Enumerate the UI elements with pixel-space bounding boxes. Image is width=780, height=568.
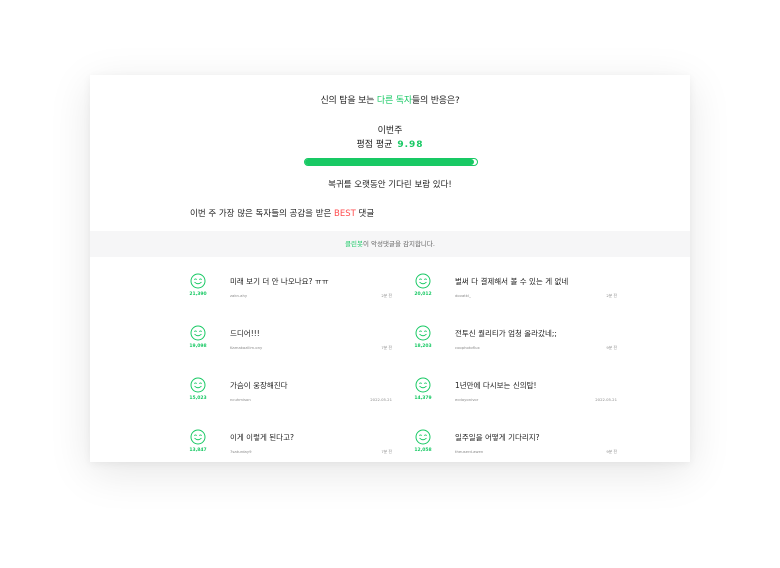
comment-text: 전투신 퀄리티가 엄청 올라갔네;; bbox=[455, 329, 557, 338]
smile-icon[interactable] bbox=[190, 377, 206, 393]
comment-item[interactable]: 21,390 미래 보기 더 안 나오나요? ㅠㅠ zakn.ahy 2분 전 bbox=[189, 273, 392, 307]
average-rating: 평점 평균 9.98 bbox=[90, 137, 690, 150]
smile-icon[interactable] bbox=[190, 273, 206, 289]
comment-date: 7분 전 bbox=[381, 345, 392, 350]
comment-user: zakn.ahy bbox=[230, 293, 248, 298]
comment-date: 2022.05.21 bbox=[595, 397, 617, 402]
cleanbot-notice-text: 이 악성댓글을 감지합니다. bbox=[362, 240, 435, 248]
question-suffix: 들의 반응은? bbox=[411, 96, 460, 106]
smile-icon[interactable] bbox=[415, 377, 431, 393]
smile-icon[interactable] bbox=[190, 325, 206, 341]
smile-icon[interactable] bbox=[415, 273, 431, 289]
comment-user: Kamakazilim.ony bbox=[230, 345, 263, 350]
comment-date: 9분 전 bbox=[606, 345, 617, 350]
summary-review: 복귀를 오랫동안 기다린 보람 있다! bbox=[328, 180, 452, 190]
like-count: 21,390 bbox=[189, 292, 207, 297]
rating-progress-fill bbox=[305, 159, 474, 165]
comment-item[interactable]: 18,203 전투신 퀄리티가 엄청 올라갔네;; coophotoflux 9분 전 bbox=[414, 325, 617, 359]
smile-icon[interactable] bbox=[415, 325, 431, 341]
like-count: 12,058 bbox=[414, 448, 432, 453]
like-count: 18,203 bbox=[414, 344, 432, 349]
average-score: 9.98 bbox=[397, 140, 424, 150]
comment-date: 2분 전 bbox=[606, 293, 617, 298]
comment-item[interactable]: 13,847 이게 이렇게 된다고? 7saturday9 7분 전 bbox=[189, 429, 392, 462]
week-label: 이번주 bbox=[377, 126, 403, 136]
comment-date: 7분 전 bbox=[381, 449, 392, 454]
comment-date: 2022.05.21 bbox=[370, 397, 392, 402]
like-count: 15,023 bbox=[189, 396, 207, 401]
comment-user: theuserd.awen bbox=[455, 449, 484, 454]
comment-user: coophotoflux bbox=[455, 345, 480, 350]
best-heading-suffix: 댓글 bbox=[355, 209, 375, 219]
rating-progress-bar bbox=[304, 158, 478, 166]
like-count: 13,847 bbox=[189, 448, 207, 453]
smile-icon[interactable] bbox=[190, 429, 206, 445]
comment-text: 가슴이 웅장해진다 bbox=[230, 381, 288, 390]
comment-text: 1년만에 다시보는 신의탑! bbox=[455, 381, 537, 390]
average-label: 평점 평균 bbox=[356, 140, 393, 150]
comment-text: 미래 보기 더 안 나오나요? ㅠㅠ bbox=[230, 277, 329, 286]
comment-text: 일주일을 어떻게 기다리지? bbox=[455, 433, 540, 442]
cleanbot-link[interactable]: 클린봇 bbox=[345, 240, 363, 248]
like-count: 19,098 bbox=[189, 344, 207, 349]
section-title: 신의 탑을 보는 다른 독자들의 반응은? bbox=[90, 93, 690, 106]
comment-text: 드디어!!! bbox=[230, 329, 260, 338]
question-prefix: 신의 탑을 보는 bbox=[320, 96, 377, 106]
comment-item[interactable]: 20,012 벌써 다 결제해서 볼 수 있는 게 없네 dovatkl_ 2분 전 bbox=[414, 273, 617, 307]
question-highlight: 다른 독자 bbox=[376, 96, 412, 106]
comment-item[interactable]: 19,098 드디어!!! Kamakazilim.ony 7분 전 bbox=[189, 325, 392, 359]
best-heading-highlight: BEST bbox=[334, 209, 356, 219]
comment-date: 2분 전 bbox=[381, 293, 392, 298]
cleanbot-notice: 클린봇이 악성댓글을 감지합니다. bbox=[90, 231, 690, 257]
reaction-card: 신의 탑을 보는 다른 독자들의 반응은? 이번주 평점 평균 9.98 복귀를… bbox=[90, 75, 690, 462]
comment-date: 9분 전 bbox=[606, 449, 617, 454]
comment-item[interactable]: 14,379 1년만에 다시보는 신의탑! ecdoyonivor 2022.05.2… bbox=[414, 377, 617, 411]
like-count: 20,012 bbox=[414, 292, 432, 297]
comment-item[interactable]: 15,023 가슴이 웅장해진다 ncuhmison 2022.05.21 bbox=[189, 377, 392, 411]
comment-text: 벌써 다 결제해서 볼 수 있는 게 없네 bbox=[455, 277, 569, 286]
best-comments-heading: 이번 주 가장 많은 독자들의 공감을 받은 BEST 댓글 bbox=[190, 207, 374, 219]
comment-user: ecdoyonivor bbox=[455, 397, 479, 402]
comment-user: dovatkl_ bbox=[455, 293, 471, 298]
comment-text: 이게 이렇게 된다고? bbox=[230, 433, 294, 442]
comment-user: 7saturday9 bbox=[230, 449, 252, 454]
best-heading-prefix: 이번 주 가장 많은 독자들의 공감을 받은 bbox=[190, 209, 335, 219]
comment-user: ncuhmison bbox=[230, 397, 251, 402]
like-count: 14,379 bbox=[414, 396, 432, 401]
comment-item[interactable]: 12,058 일주일을 어떻게 기다리지? theuserd.awen 9분 전 bbox=[414, 429, 617, 462]
smile-icon[interactable] bbox=[415, 429, 431, 445]
